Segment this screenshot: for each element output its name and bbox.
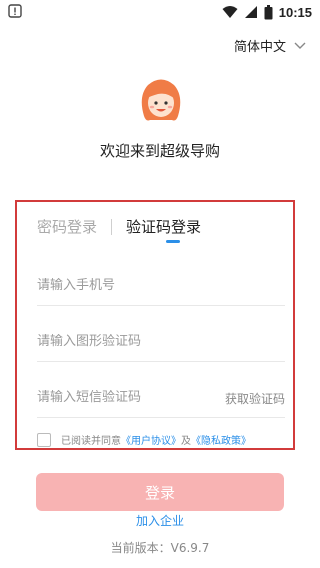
agreement-row: 已阅读并同意 《用户协议》 及 《隐私政策》 [37,432,251,447]
status-bar: 10:15 [0,0,320,24]
welcome-title: 欢迎来到超级导购 [99,142,220,160]
sms-code-field: 获取验证码 [37,378,285,418]
status-icons: 10:15 [222,3,312,21]
girl-avatar-logo [141,79,181,121]
tab-code-login-label: 验证码登录 [126,218,202,236]
active-tab-indicator [166,240,181,243]
login-button[interactable]: 登录 [36,473,284,511]
language-switcher[interactable]: 简体中文 [234,36,306,55]
phone-input[interactable] [37,278,285,293]
image-captcha-field [37,322,285,362]
image-captcha-input[interactable] [37,334,285,349]
language-label: 简体中文 [233,40,286,55]
alert-icon [8,4,22,18]
login-panel: 密码登录 验证码登录 获取验证码 已阅读并同意 《用户协议》 及 《隐私政策》 [15,200,295,450]
agreement-prefix: 已阅读并同意 [61,436,121,447]
get-code-button[interactable]: 获取验证码 [225,390,285,407]
agreement-and: 及 [181,436,191,447]
chevron-down-icon [294,42,306,49]
agreement-checkbox[interactable] [37,432,51,447]
tab-code-login[interactable]: 验证码登录 [126,216,202,243]
battery-icon [264,4,273,19]
tab-password-login[interactable]: 密码登录 [37,216,97,237]
wifi-icon [222,6,238,18]
privacy-policy-link[interactable]: 《隐私政策》 [191,432,251,447]
version-label: 当前版本：V6.9.7 [110,541,210,555]
signal-icon [244,6,257,18]
phone-field [37,266,285,306]
tab-divider [111,218,113,235]
status-time: 10:15 [278,4,312,20]
login-tabs: 密码登录 验证码登录 [37,216,202,243]
user-agreement-link[interactable]: 《用户协议》 [121,432,181,447]
join-enterprise-link[interactable]: 加入企业 [0,512,320,529]
